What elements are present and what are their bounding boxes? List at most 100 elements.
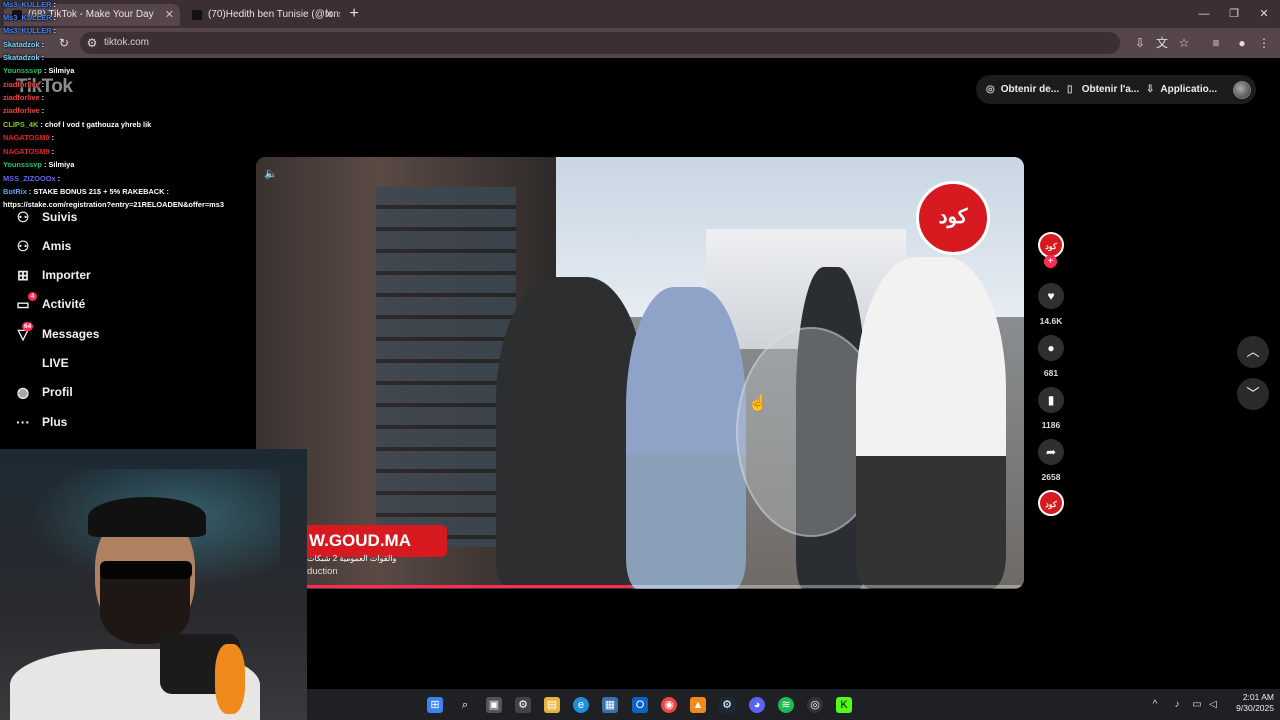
bookmark-star-icon[interactable]: ☆ <box>1176 34 1192 52</box>
chat-username: Skatadzok <box>3 53 40 62</box>
profile-avatar-icon[interactable]: ● <box>1234 34 1250 52</box>
chat-username: ziadforlive <box>3 80 40 89</box>
video-player[interactable]: كود 🔈 W.GOUD.MA والقوات العمومية 2 شبكات… <box>256 157 1024 589</box>
stream-chat-overlay: Ms3_KULLER : Ms3_KULLER : Ms3_KULLER : Skat… <box>0 0 275 209</box>
like-heart-icon[interactable]: ♥ <box>1038 283 1064 309</box>
bookmark-icon[interactable]: ▮ <box>1038 387 1064 413</box>
windows-taskbar: ⊞ ⌕ ▣ ⚙ ▤ e ▦ O ◉ ▲ ⚙ ◕ ≋ ◎ K <box>307 689 1280 720</box>
get-coins-button[interactable]: ◎ Obtenir de... <box>986 75 1059 104</box>
media-control-icon[interactable]: ≡ <box>1208 34 1224 52</box>
sidebar-label: LIVE <box>42 356 69 370</box>
kick-icon[interactable]: K <box>836 697 852 713</box>
sound-disc-icon[interactable]: كود <box>1038 490 1064 516</box>
video-person <box>856 257 1006 589</box>
sidebar-label: Plus <box>42 415 68 429</box>
chat-message: Younsssvp : Silmiya <box>3 160 74 170</box>
file-explorer-icon[interactable]: ▤ <box>544 697 560 713</box>
video-subtitle: والقوات العمومية 2 شبكات <box>307 554 397 563</box>
chat-text: : <box>53 26 56 35</box>
chat-message: Ms3_KULLER : <box>3 26 56 36</box>
volume-tray-icon[interactable]: ◁ <box>1206 697 1220 713</box>
get-app-button[interactable]: ▯ Obtenir l'a... <box>1067 75 1139 104</box>
chat-message: BotRix : STAKE BONUS 21$ + 5% RAKEBACK : <box>3 187 169 197</box>
clock-date: 9/30/2025 <box>1236 703 1274 713</box>
share-icon[interactable]: ➦ <box>1038 439 1064 465</box>
phone-icon: ▯ <box>1067 84 1073 95</box>
chat-username: CLIPS_4K <box>3 120 39 129</box>
search-icon[interactable]: ⌕ <box>457 697 473 713</box>
desktop-app-label: Applicatio... <box>1160 84 1218 95</box>
chat-username: Younsssvp <box>3 160 42 169</box>
chat-message: ziadforlive : <box>3 106 44 116</box>
chat-text: : chof l vod t gathouza yhreb lik <box>40 120 152 129</box>
video-person <box>496 277 646 589</box>
chat-username: BotRix <box>3 187 27 196</box>
minimize-icon[interactable]: — <box>1196 6 1212 22</box>
system-clock[interactable]: 2:01 AM 9/30/2025 <box>1224 692 1274 714</box>
chat-message: NAGATOSM9 : <box>3 147 54 157</box>
store-icon[interactable]: ▦ <box>602 697 618 713</box>
chat-username: ziadforlive <box>3 106 40 115</box>
discord-icon[interactable]: ◕ <box>749 697 765 713</box>
network-icon[interactable]: ▭ <box>1190 697 1204 713</box>
video-person <box>626 287 746 589</box>
clock-time: 2:01 AM <box>1242 692 1274 702</box>
next-video-icon[interactable]: ﹀ <box>1237 378 1269 410</box>
figurine <box>215 644 245 714</box>
edge-icon[interactable]: e <box>573 697 589 713</box>
tray-chevron-icon[interactable]: ^ <box>1148 697 1162 713</box>
activity-badge: 4 <box>28 292 37 301</box>
steam-icon[interactable]: ⚙ <box>719 697 735 713</box>
chat-message: Skatadzok : <box>3 40 44 50</box>
chat-username: Younsssvp <box>3 66 42 75</box>
chat-message: https://stake.com/registration?entry=21R… <box>3 200 224 210</box>
previous-video-icon[interactable]: ︿ <box>1237 336 1269 368</box>
chat-username: Skatadzok <box>3 40 40 49</box>
webcam-cap <box>88 497 206 537</box>
settings-icon[interactable]: ⚙ <box>515 697 531 713</box>
vlc-icon[interactable]: ▲ <box>690 697 706 713</box>
close-tab-icon[interactable]: ✕ <box>325 4 334 26</box>
chrome-icon[interactable]: ◉ <box>661 697 677 713</box>
shares-count: 2658 <box>1041 472 1061 482</box>
messages-badge: 64 <box>22 322 34 331</box>
comment-icon[interactable]: ● <box>1038 335 1064 361</box>
sidebar-label: Profil <box>42 385 73 399</box>
microphone-icon[interactable]: ♪ <box>1170 697 1184 713</box>
browser-menu-icon[interactable]: ⋮ <box>1256 34 1272 52</box>
live-icon <box>14 355 32 371</box>
start-icon[interactable]: ⊞ <box>427 697 443 713</box>
close-window-icon[interactable]: ✕ <box>1256 6 1272 22</box>
chat-text: : <box>51 147 55 156</box>
task-view-icon[interactable]: ▣ <box>486 697 502 713</box>
desktop-app-button[interactable]: ⇩ Applicatio... <box>1146 75 1217 104</box>
chat-username: Ms3_KULLER <box>3 26 52 35</box>
chat-message: Ms3_KULLER : <box>3 0 56 10</box>
video-channel-logo: كود <box>916 181 990 255</box>
restore-icon[interactable]: ❐ <box>1226 6 1242 22</box>
translate-icon[interactable]: 文 <box>1154 34 1170 52</box>
user-avatar[interactable] <box>1233 81 1251 99</box>
chat-text: : Silmiya <box>43 66 75 75</box>
install-app-icon[interactable]: ⇩ <box>1132 34 1148 52</box>
chat-message: NAGATOSM9 : <box>3 133 54 143</box>
sidebar-label: Messages <box>42 327 100 341</box>
follow-plus-icon[interactable]: + <box>1044 255 1057 268</box>
video-progress-bar[interactable] <box>256 585 1024 588</box>
obs-icon[interactable]: ◎ <box>807 697 823 713</box>
sidebar-label: Importer <box>42 268 91 282</box>
sidebar-label: Activité <box>42 297 86 311</box>
chat-message: Skatadzok : <box>3 53 44 63</box>
new-tab-button[interactable]: + <box>346 4 362 24</box>
chat-text: https://stake.com/registration?entry=21R… <box>3 200 224 209</box>
chat-message: MSS_ZIZOOOx : <box>3 174 60 184</box>
video-frame-shelves <box>376 187 516 547</box>
chat-username: Ms3_KULLER <box>3 0 52 9</box>
outlook-icon[interactable]: O <box>632 697 648 713</box>
chat-message: Younsssvp : Silmiya <box>3 66 74 76</box>
video-progress-fill <box>256 585 633 588</box>
friends-icon: ⚇ <box>16 238 30 254</box>
chat-username: NAGATOSM9 <box>3 147 50 156</box>
spotify-icon[interactable]: ≋ <box>778 697 794 713</box>
comments-count: 681 <box>1043 368 1059 378</box>
